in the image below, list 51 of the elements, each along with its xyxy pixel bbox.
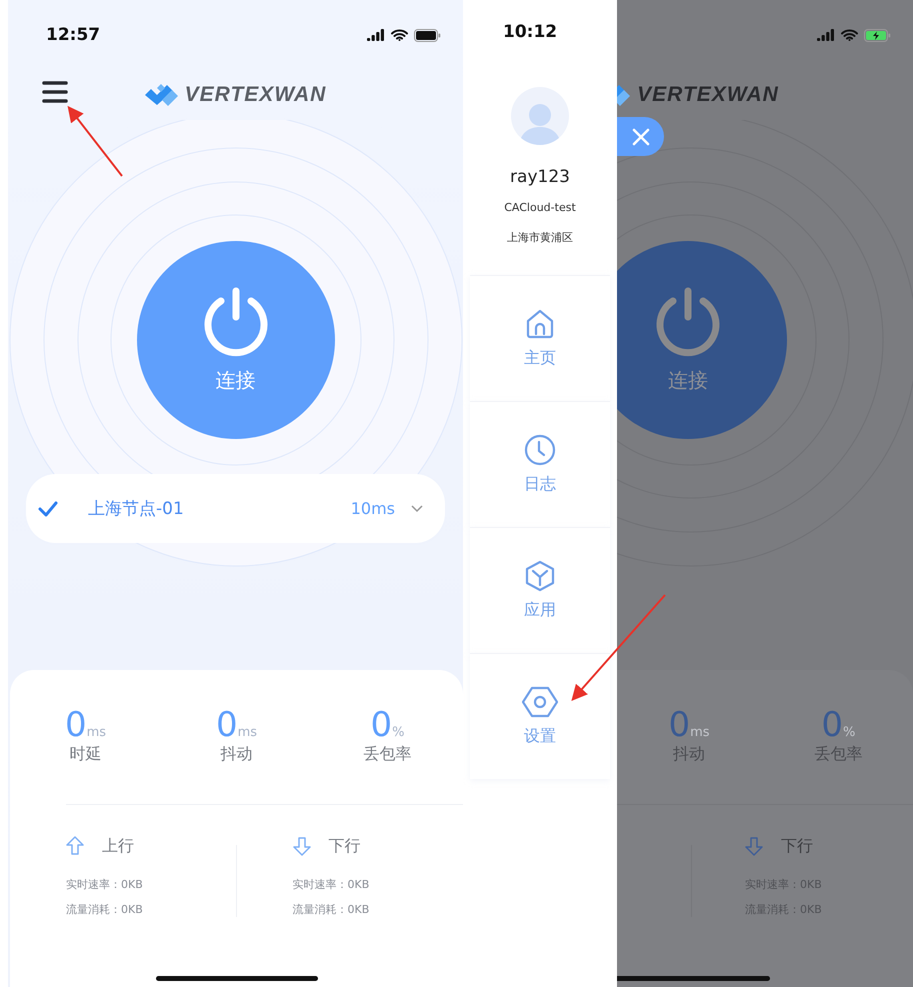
stat-unit: ms bbox=[238, 725, 258, 740]
traffic-title: 下行 bbox=[328, 836, 360, 856]
drawer-menu-item[interactable]: 设置 bbox=[470, 653, 610, 779]
clock-icon bbox=[524, 434, 556, 466]
drawer-menu-item[interactable]: 主页 bbox=[470, 275, 610, 401]
status-time: 10:12 bbox=[503, 22, 558, 42]
stat-unit: ms bbox=[690, 725, 710, 740]
location: 上海市黄浦区 bbox=[507, 230, 573, 245]
node-name: 上海节点-01 bbox=[88, 498, 185, 520]
stat-value: 0 bbox=[370, 708, 392, 742]
drawer-menu-item[interactable]: 日志 bbox=[470, 401, 610, 527]
traffic-reading: 流量消耗：0KB bbox=[66, 902, 144, 917]
user-name: ray123 bbox=[510, 167, 570, 187]
annotation-arrow bbox=[68, 106, 123, 177]
wifi-icon bbox=[391, 29, 408, 41]
traffic-reading: 实时速率：0KB bbox=[292, 877, 370, 892]
close-button[interactable] bbox=[617, 117, 664, 156]
brand-logo-text: VERTEXWAN bbox=[184, 83, 326, 107]
settings-icon bbox=[522, 686, 558, 718]
stat-value: 0 bbox=[821, 708, 843, 742]
stat-label: 时延 bbox=[70, 744, 102, 765]
traffic-title: 上行 bbox=[102, 836, 134, 856]
cube-icon bbox=[524, 560, 556, 592]
brand-logo-text: VERTEXWAN bbox=[637, 83, 779, 107]
stat-value: 0 bbox=[668, 708, 690, 742]
drawer-menu-item[interactable]: 应用 bbox=[470, 527, 610, 653]
traffic-reading: 实时速率：0KB bbox=[66, 877, 144, 892]
traffic-title: 下行 bbox=[781, 836, 813, 856]
signal-icon bbox=[817, 29, 835, 41]
signal-icon bbox=[367, 29, 385, 41]
stat-value: 0 bbox=[216, 708, 238, 742]
stat-label: 丢包率 bbox=[364, 744, 412, 765]
down-arrow-icon bbox=[292, 836, 310, 856]
close-icon bbox=[630, 126, 650, 146]
stat-unit: ms bbox=[86, 725, 106, 740]
wifi-icon bbox=[841, 29, 858, 41]
stat-label: 抖动 bbox=[220, 744, 252, 765]
stat-unit: % bbox=[392, 725, 404, 740]
stat-value: 0 bbox=[64, 708, 87, 742]
traffic-reading: 流量消耗：0KB bbox=[292, 902, 370, 917]
menu-button[interactable] bbox=[42, 80, 68, 104]
home-icon bbox=[524, 308, 556, 340]
organization: CACloud-test bbox=[504, 201, 576, 214]
logo-icon bbox=[144, 84, 179, 106]
status-time: 12:57 bbox=[46, 25, 100, 45]
node-latency: 10ms bbox=[350, 499, 395, 518]
stat-unit: % bbox=[842, 725, 856, 740]
node-selector[interactable]: 上海节点-01 10ms bbox=[26, 474, 445, 543]
up-arrow-icon bbox=[66, 836, 84, 856]
chevron-down-icon bbox=[411, 504, 423, 512]
down-arrow-icon bbox=[745, 836, 763, 856]
